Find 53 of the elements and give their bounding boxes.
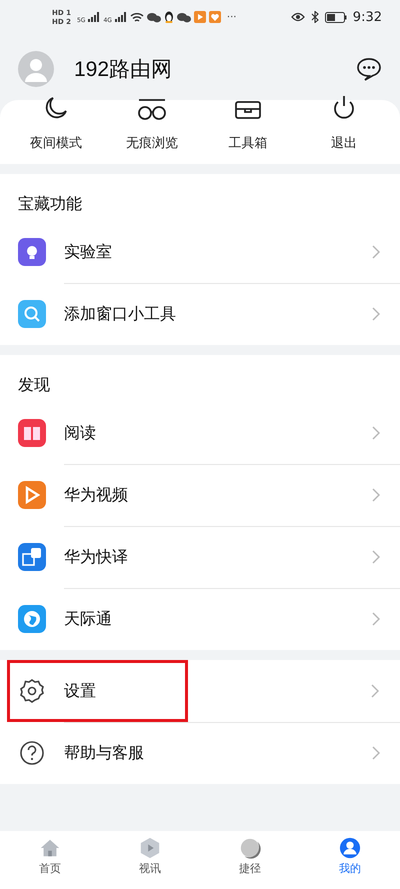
book-icon — [18, 419, 46, 447]
section-title: 发现 — [18, 374, 51, 396]
list-item[interactable]: 实验室 — [18, 221, 400, 283]
globe-icon — [18, 605, 46, 633]
nav-tab[interactable]: 视讯 — [115, 831, 185, 889]
moon-icon — [239, 837, 261, 859]
chevron-icon — [372, 550, 380, 564]
home-icon — [39, 837, 61, 859]
section-title: 宝藏功能 — [18, 193, 83, 215]
more-notifications: ··· — [226, 12, 236, 22]
clock-time: 9:32 — [352, 10, 382, 24]
list-item[interactable]: 天际通 — [18, 588, 400, 650]
profile-name[interactable]: 192路由网 — [74, 55, 336, 83]
nav-tab[interactable]: 我的 — [315, 831, 385, 889]
nav-tab[interactable]: 捷径 — [215, 831, 285, 889]
list-item[interactable]: 华为视频 — [18, 464, 400, 526]
play-app-icon — [194, 11, 206, 23]
chevron-icon — [372, 612, 380, 626]
bluetooth-icon — [310, 11, 319, 23]
heart-app-icon — [208, 11, 221, 23]
chat-app-icon — [176, 12, 191, 22]
chevron-icon — [371, 684, 379, 698]
list-item[interactable]: 添加窗口小工具 — [18, 283, 400, 345]
quick-action[interactable]: 无痕浏览 — [109, 100, 195, 152]
quick-action[interactable]: 工具箱 — [205, 100, 291, 152]
nav-tab[interactable]: 首页 — [15, 831, 85, 889]
chevron-icon — [372, 488, 380, 502]
chevron-icon — [372, 426, 380, 440]
play-icon — [139, 837, 161, 859]
person-icon — [339, 837, 361, 859]
help-icon — [18, 739, 46, 767]
bulb-icon — [18, 238, 46, 266]
list-item[interactable]: 帮助与客服 — [18, 722, 400, 784]
list-item[interactable]: 华为快译 — [18, 526, 400, 588]
wifi-icon — [130, 12, 144, 22]
battery-icon — [324, 12, 347, 22]
quick-action[interactable]: 夜间模式 — [13, 100, 99, 152]
chevron-icon — [372, 307, 380, 321]
list-item[interactable]: 设置 — [7, 660, 188, 722]
translate-icon — [18, 543, 46, 571]
quick-action[interactable]: 退出 — [301, 100, 387, 152]
signal-icon — [88, 12, 100, 22]
signal-icon — [114, 12, 127, 22]
play-icon — [18, 481, 46, 509]
chevron-icon — [372, 245, 380, 259]
magnifier-icon — [18, 300, 46, 328]
penguin-icon — [164, 11, 174, 23]
message-icon[interactable] — [356, 57, 382, 81]
chevron-icon — [372, 746, 380, 760]
list-item[interactable]: 阅读 — [18, 402, 400, 464]
settings-icon — [18, 677, 46, 705]
eye-icon — [290, 12, 305, 22]
chat-app-icon — [146, 12, 161, 22]
